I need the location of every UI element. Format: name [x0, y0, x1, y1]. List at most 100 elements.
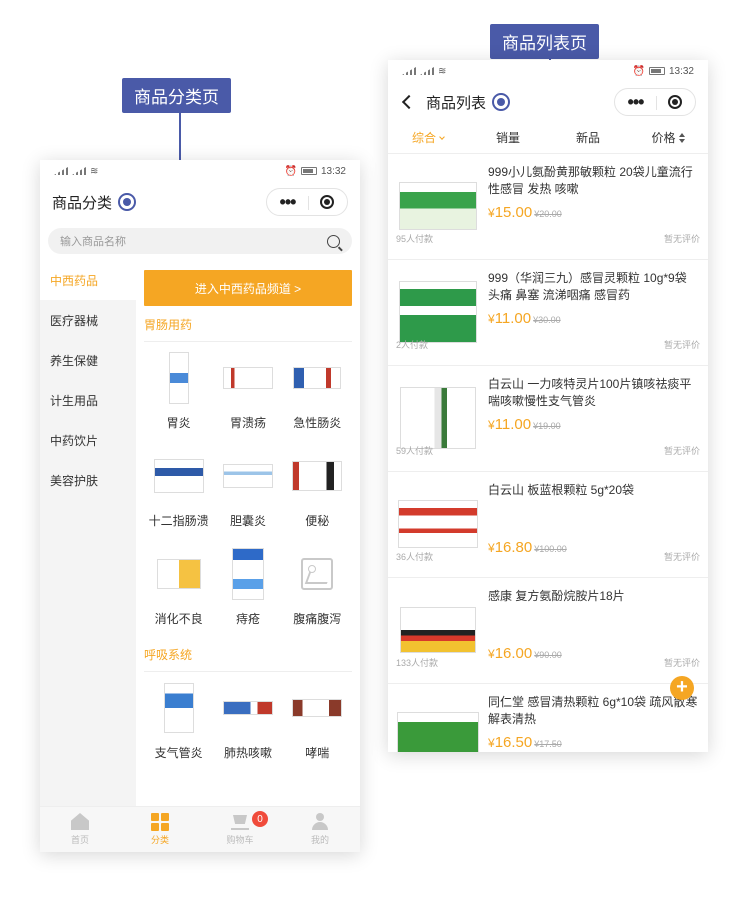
subcategory-item[interactable]: 便秘 — [283, 440, 352, 538]
review-status: 暂无评价 — [663, 340, 700, 350]
subcategory-item[interactable]: 哮喘 — [283, 672, 352, 770]
add-to-cart-plus-icon[interactable]: + — [670, 676, 694, 700]
more-icon[interactable]: ••• — [628, 93, 645, 111]
subcategory-label: 支气管炎 — [154, 746, 203, 760]
signal-icon — [420, 67, 434, 75]
tab-label: 首页 — [70, 835, 89, 845]
subcategory-grid: 胃炎 胃溃疡 急性肠炎 十二指肠溃 胆囊炎 便秘 消化不良 痔疮 腹痛腹泻 — [144, 342, 352, 636]
sort-label: 价格 — [651, 131, 676, 145]
product-image — [396, 694, 480, 752]
menu-capsule: ••• — [614, 88, 696, 116]
menu-capsule: ••• — [266, 188, 348, 216]
subcategory-item[interactable]: 支气管炎 — [144, 672, 213, 770]
product-image — [151, 680, 207, 736]
subcategory-item[interactable]: 胃溃疡 — [213, 342, 282, 440]
original-price: ¥20.00 — [534, 209, 562, 219]
product-image — [220, 680, 276, 736]
sold-count: 133人付款 — [396, 658, 439, 668]
subcategory-item[interactable]: 急性肠炎 — [283, 342, 352, 440]
subcategory-item[interactable]: 痔疮 — [213, 538, 282, 636]
alarm-icon: ⏰ — [284, 165, 297, 177]
image-placeholder-icon — [289, 546, 345, 602]
cart-count-badge: 0 — [252, 811, 268, 827]
product-name: 感康 复方氨酚烷胺片18片 — [488, 589, 625, 603]
tab-category[interactable]: 分类 — [120, 807, 200, 852]
sidebar-item-herbal-pieces[interactable]: 中药饮片 — [40, 420, 136, 460]
product-item[interactable]: 同仁堂 感冒清热颗粒 6g*10袋 疏风散寒 解表清热 ¥16.50 ¥17.50 — [388, 684, 708, 752]
product-item[interactable]: 999（华润三九）感冒灵颗粒 10g*9袋 头痛 鼻塞 流涕咽痛 感冒药 ¥11… — [388, 260, 708, 366]
close-miniprogram-icon[interactable] — [668, 95, 683, 109]
subcategory-item[interactable]: 胆囊炎 — [213, 440, 282, 538]
user-icon — [311, 813, 329, 830]
callout-category-page: 商品分类页 — [122, 78, 231, 113]
product-image — [289, 680, 345, 736]
subcategory-label: 痔疮 — [235, 612, 260, 626]
sort-label: 综合 — [411, 131, 436, 145]
subcategory-label: 消化不良 — [154, 612, 203, 626]
product-item[interactable]: 白云山 板蓝根颗粒 5g*20袋 ¥16.80 ¥100.00 36人付款 暂无评价 — [388, 472, 708, 578]
product-list-screen: ≋ ⏰ 13:32 商品列表 ••• 综合 销量 新品 价格 999小儿氨酚黄那敏… — [388, 60, 708, 752]
signal-icon — [402, 67, 416, 75]
product-name: 同仁堂 感冒清热颗粒 6g*10袋 疏风散寒 解表清热 — [488, 695, 698, 726]
product-price: ¥11.00 ¥30.00 — [488, 310, 561, 327]
product-item[interactable]: 感康 复方氨酚烷胺片18片 ¥16.00 ¥90.00 133人付款 暂无评价 — [388, 578, 708, 684]
sidebar-item-beauty[interactable]: 美容护肤 — [40, 460, 136, 500]
product-image — [151, 448, 207, 504]
sold-count: 59人付款 — [396, 446, 434, 456]
wifi-icon: ≋ — [90, 165, 99, 177]
tab-home[interactable]: 首页 — [40, 807, 120, 852]
sidebar-item-family-planning[interactable]: 计生用品 — [40, 380, 136, 420]
status-bar: ≋ ⏰ 13:32 — [40, 160, 360, 182]
close-miniprogram-icon[interactable] — [320, 195, 335, 209]
subcategory-item[interactable]: 十二指肠溃 — [144, 440, 213, 538]
subcategory-item[interactable]: 腹痛腹泻 — [283, 538, 352, 636]
channel-banner-button[interactable]: 进入中西药品频道 > — [144, 270, 352, 306]
product-image — [220, 350, 276, 406]
sort-price[interactable]: 价格 — [628, 129, 708, 146]
product-item[interactable]: 999小儿氨酚黄那敏颗粒 20袋儿童流行性感冒 发热 咳嗽 ¥15.00 ¥20.… — [388, 154, 708, 260]
product-item[interactable]: 白云山 一力咳特灵片100片镇咳祛痰平喘咳嗽慢性支气管炎 ¥11.00 ¥19.0… — [388, 366, 708, 472]
product-name: 999小儿氨酚黄那敏颗粒 20袋儿童流行性感冒 发热 咳嗽 — [488, 165, 693, 196]
back-icon[interactable] — [401, 94, 417, 110]
product-price: ¥16.50 ¥17.50 — [488, 734, 562, 751]
product-image — [151, 546, 207, 602]
review-status: 暂无评价 — [663, 446, 700, 456]
more-icon[interactable]: ••• — [280, 193, 297, 211]
sidebar-item-health-care[interactable]: 养生保健 — [40, 340, 136, 380]
search-icon[interactable] — [327, 234, 340, 248]
subcategory-label: 便秘 — [305, 514, 330, 528]
subcategory-item[interactable]: 胃炎 — [144, 342, 213, 440]
subcategory-grid: 支气管炎 肺热咳嗽 哮喘 — [144, 672, 352, 770]
battery-icon — [300, 167, 317, 175]
category-icon — [151, 813, 169, 831]
subcategory-item[interactable]: 消化不良 — [144, 538, 213, 636]
nav-bar: 商品分类 ••• — [40, 182, 360, 222]
original-price: ¥19.00 — [533, 421, 561, 431]
section-title: 胃肠用药 — [144, 306, 352, 342]
sidebar-item-western-medicine[interactable]: 中西药品 — [40, 260, 136, 300]
category-screen: ≋ ⏰ 13:32 商品分类 ••• 输入商品名称 中西药品 医疗器械 养生保健 … — [40, 160, 360, 852]
sort-new[interactable]: 新品 — [548, 129, 628, 146]
tab-label: 分类 — [150, 835, 169, 845]
sold-count: 36人付款 — [396, 552, 434, 562]
alarm-icon: ⏰ — [632, 65, 645, 77]
sold-count: 2人付款 — [396, 340, 429, 350]
search-input[interactable]: 输入商品名称 — [48, 228, 352, 254]
home-icon — [71, 813, 89, 830]
tab-label: 我的 — [310, 835, 329, 845]
tab-profile[interactable]: 我的 — [280, 807, 360, 852]
subcategory-item[interactable]: 肺热咳嗽 — [213, 672, 282, 770]
sidebar-item-medical-devices[interactable]: 医疗器械 — [40, 300, 136, 340]
search-placeholder: 输入商品名称 — [60, 236, 126, 248]
product-image — [289, 448, 345, 504]
review-status: 暂无评价 — [663, 234, 700, 244]
sort-comprehensive[interactable]: 综合 — [388, 129, 468, 146]
sort-arrows-icon — [678, 133, 685, 143]
status-time: 13:32 — [668, 65, 694, 77]
status-bar: ≋ ⏰ 13:32 — [388, 60, 708, 82]
subcategory-label: 胃溃疡 — [229, 416, 266, 430]
subcategory-label: 十二指肠溃 — [148, 514, 209, 528]
subcategory-label: 胃炎 — [166, 416, 191, 430]
sort-sales[interactable]: 销量 — [468, 129, 548, 146]
tab-cart[interactable]: 购物车 0 — [200, 807, 280, 852]
